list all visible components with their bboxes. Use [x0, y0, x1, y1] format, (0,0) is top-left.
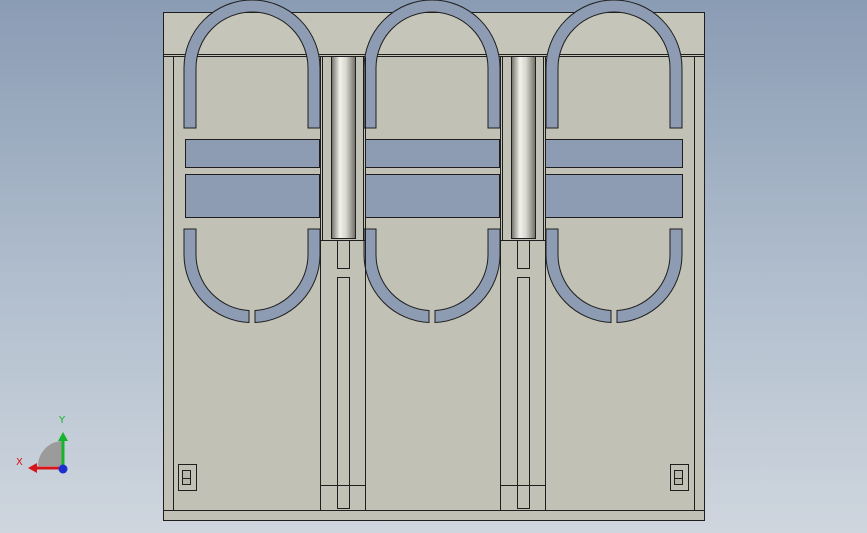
triad-y-label: Y	[59, 415, 66, 426]
triad-x-arrowhead	[28, 463, 37, 473]
slot-lower-left	[185, 174, 320, 218]
slot-upper-mid	[365, 139, 500, 168]
housing-body	[163, 12, 705, 521]
slot-lower-mid	[365, 174, 500, 218]
triad-plane-wedge	[38, 441, 63, 466]
coordinate-triad	[28, 432, 68, 474]
pin-right	[511, 56, 536, 239]
pin-left	[331, 56, 356, 239]
slot-upper-right	[545, 139, 683, 168]
triad-x-label: X	[16, 457, 23, 468]
graphics-viewport[interactable]: Y X	[0, 0, 867, 533]
triad-z-axis	[58, 464, 68, 474]
triad-y-arrowhead	[58, 432, 68, 441]
slot-lower-right	[545, 174, 683, 218]
slot-upper-left	[185, 139, 320, 168]
top-cover	[163, 12, 705, 55]
cad-model-front-view[interactable]	[0, 0, 867, 533]
